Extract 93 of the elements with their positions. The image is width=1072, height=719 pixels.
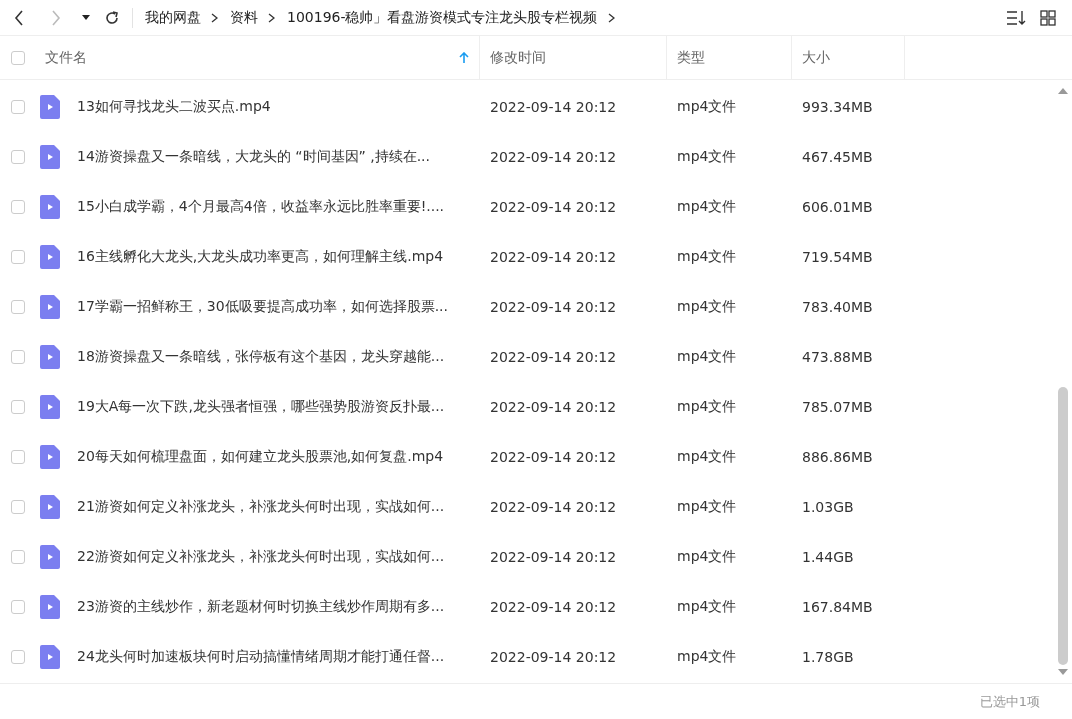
grid-view-icon[interactable]: [1040, 9, 1056, 26]
modified-time: 2022-09-14 20:12: [490, 399, 617, 415]
row-checkbox[interactable]: [11, 600, 25, 614]
video-file-icon: [40, 595, 60, 619]
file-name[interactable]: 24龙头何时加速板块何时启动搞懂情绪周期才能打通任督...: [77, 648, 445, 666]
modified-time: 2022-09-14 20:12: [490, 599, 617, 615]
file-name[interactable]: 18游资操盘又一条暗线，张停板有这个基因，龙头穿越能...: [77, 348, 445, 366]
file-size: 606.01MB: [802, 199, 873, 215]
file-type: mp4文件: [677, 448, 737, 466]
video-file-icon: [40, 245, 60, 269]
file-type: mp4文件: [677, 548, 737, 566]
file-size: 886.86MB: [802, 449, 873, 465]
row-checkbox[interactable]: [11, 400, 25, 414]
row-checkbox[interactable]: [11, 350, 25, 364]
file-type: mp4文件: [677, 298, 737, 316]
chevron-right-icon: [607, 12, 615, 23]
file-type: mp4文件: [677, 598, 737, 616]
file-size: 993.34MB: [802, 99, 873, 115]
scroll-down-icon[interactable]: [1058, 669, 1068, 675]
row-checkbox[interactable]: [11, 250, 25, 264]
modified-time: 2022-09-14 20:12: [490, 549, 617, 565]
file-size: 785.07MB: [802, 399, 873, 415]
video-file-icon: [40, 295, 60, 319]
column-header[interactable]: 大小: [792, 36, 905, 79]
modified-time: 2022-09-14 20:12: [490, 249, 617, 265]
file-name[interactable]: 17学霸一招鲜称王，30低吸要提高成功率，如何选择股票...: [77, 298, 448, 316]
chevron-right-icon: [211, 12, 218, 23]
file-name[interactable]: 15小白成学霸，4个月最高4倍，收益率永远比胜率重要!....: [77, 198, 445, 216]
forward-icon[interactable]: [51, 9, 61, 26]
file-type: mp4文件: [677, 98, 737, 116]
modified-time: 2022-09-14 20:12: [490, 649, 617, 665]
file-size: 167.84MB: [802, 599, 873, 615]
scrollbar-thumb[interactable]: [1058, 387, 1068, 665]
modified-time: 2022-09-14 20:12: [490, 99, 617, 115]
video-file-icon: [40, 95, 60, 119]
file-name[interactable]: 14游资操盘又一条暗线，大龙头的 “时间基因” ,持续在...: [77, 148, 431, 166]
file-size: 473.88MB: [802, 349, 873, 365]
modified-time: 2022-09-14 20:12: [490, 449, 617, 465]
file-size: 1.44GB: [802, 549, 854, 565]
file-type: mp4文件: [677, 348, 737, 366]
row-checkbox[interactable]: [11, 200, 25, 214]
file-name[interactable]: 20每天如何梳理盘面，如何建立龙头股票池,如何复盘.mp4: [77, 448, 444, 466]
row-checkbox[interactable]: [11, 650, 25, 664]
file-size: 1.03GB: [802, 499, 854, 515]
row-checkbox[interactable]: [11, 500, 25, 514]
file-type: mp4文件: [677, 648, 737, 666]
file-name[interactable]: 13如何寻找龙头二波买点.mp4: [77, 98, 271, 116]
row-checkbox[interactable]: [11, 300, 25, 314]
video-file-icon: [40, 195, 60, 219]
file-size: 783.40MB: [802, 299, 873, 315]
file-name[interactable]: 19大A每一次下跌,龙头强者恒强，哪些强势股游资反扑最...: [77, 398, 445, 416]
column-header[interactable]: 文件名: [36, 36, 480, 79]
modified-time: 2022-09-14 20:12: [490, 349, 617, 365]
video-file-icon: [40, 345, 60, 369]
file-type: mp4文件: [677, 498, 737, 516]
column-header[interactable]: 修改时间: [480, 36, 667, 79]
file-size: 1.78GB: [802, 649, 854, 665]
selection-status: 已选中1项: [979, 692, 1040, 711]
file-type: mp4文件: [677, 398, 737, 416]
video-file-icon: [40, 495, 60, 519]
modified-time: 2022-09-14 20:12: [490, 299, 617, 315]
sort-icon[interactable]: [1006, 9, 1026, 26]
dropdown-caret-icon[interactable]: [82, 14, 90, 21]
refresh-icon[interactable]: [104, 9, 120, 26]
file-size: 467.45MB: [802, 149, 873, 165]
file-type: mp4文件: [677, 148, 737, 166]
row-checkbox[interactable]: [11, 550, 25, 564]
scroll-up-icon[interactable]: [1058, 88, 1068, 94]
video-file-icon: [40, 545, 60, 569]
chevron-right-icon: [268, 12, 275, 23]
breadcrumb-item[interactable]: 100196-稳帅」看盘游资模式专注龙头股专栏视频: [287, 8, 598, 27]
column-header[interactable]: 类型: [667, 36, 792, 79]
row-checkbox[interactable]: [11, 100, 25, 114]
file-type: mp4文件: [677, 198, 737, 216]
modified-time: 2022-09-14 20:12: [490, 149, 617, 165]
back-icon[interactable]: [14, 9, 24, 26]
file-size: 719.54MB: [802, 249, 873, 265]
video-file-icon: [40, 395, 60, 419]
video-file-icon: [40, 145, 60, 169]
file-type: mp4文件: [677, 248, 737, 266]
file-name[interactable]: 21游资如何定义补涨龙头，补涨龙头何时出现，实战如何...: [77, 498, 445, 516]
modified-time: 2022-09-14 20:12: [490, 499, 617, 515]
row-checkbox[interactable]: [11, 150, 25, 164]
breadcrumb-item[interactable]: 资料: [230, 8, 258, 27]
row-checkbox[interactable]: [11, 450, 25, 464]
modified-time: 2022-09-14 20:12: [490, 199, 617, 215]
file-name[interactable]: 22游资如何定义补涨龙头，补涨龙头何时出现，实战如何...: [77, 548, 445, 566]
breadcrumb-item[interactable]: 我的网盘: [145, 8, 201, 27]
video-file-icon: [40, 645, 60, 669]
file-name[interactable]: 23游资的主线炒作，新老题材何时切换主线炒作周期有多...: [77, 598, 445, 616]
file-name[interactable]: 16主线孵化大龙头,大龙头成功率更高，如何理解主线.mp4: [77, 248, 444, 266]
video-file-icon: [40, 445, 60, 469]
select-all-checkbox[interactable]: [11, 50, 25, 65]
